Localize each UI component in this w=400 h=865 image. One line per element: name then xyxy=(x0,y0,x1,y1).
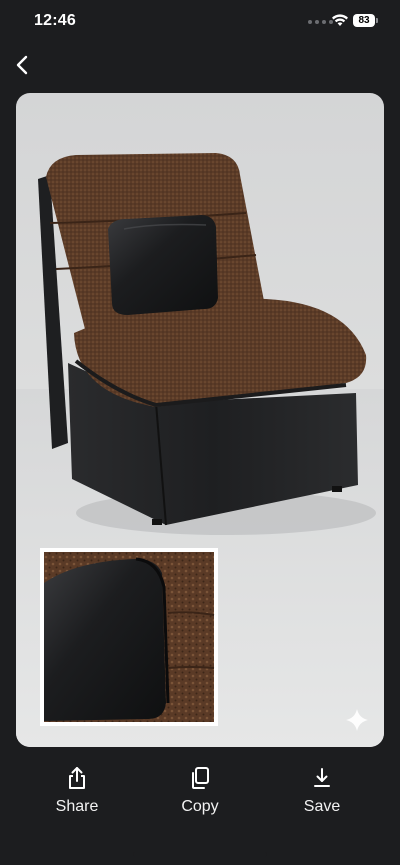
action-bar: Share Copy Save xyxy=(0,764,400,824)
battery-icon: 83 xyxy=(353,14,375,27)
download-icon xyxy=(314,768,330,787)
save-label: Save xyxy=(303,798,341,815)
product-photo[interactable] xyxy=(16,93,384,747)
back-button[interactable] xyxy=(10,52,36,78)
chevron-left-icon xyxy=(16,55,28,75)
status-time: 12:46 xyxy=(34,12,76,29)
wifi-icon xyxy=(332,14,348,26)
copy-label: Copy xyxy=(181,798,219,815)
copy-button[interactable]: Copy xyxy=(155,764,245,816)
home-indicator xyxy=(133,852,267,857)
status-bar: 12:46 83 xyxy=(0,0,400,44)
share-label: Share xyxy=(55,798,99,815)
copy-icon xyxy=(192,767,209,789)
signal-dots-icon xyxy=(308,20,333,24)
share-button[interactable]: Share xyxy=(32,764,122,816)
detail-inset[interactable] xyxy=(40,548,218,726)
battery-tip xyxy=(376,18,378,23)
save-button[interactable]: Save xyxy=(277,764,367,816)
share-icon xyxy=(69,767,85,789)
